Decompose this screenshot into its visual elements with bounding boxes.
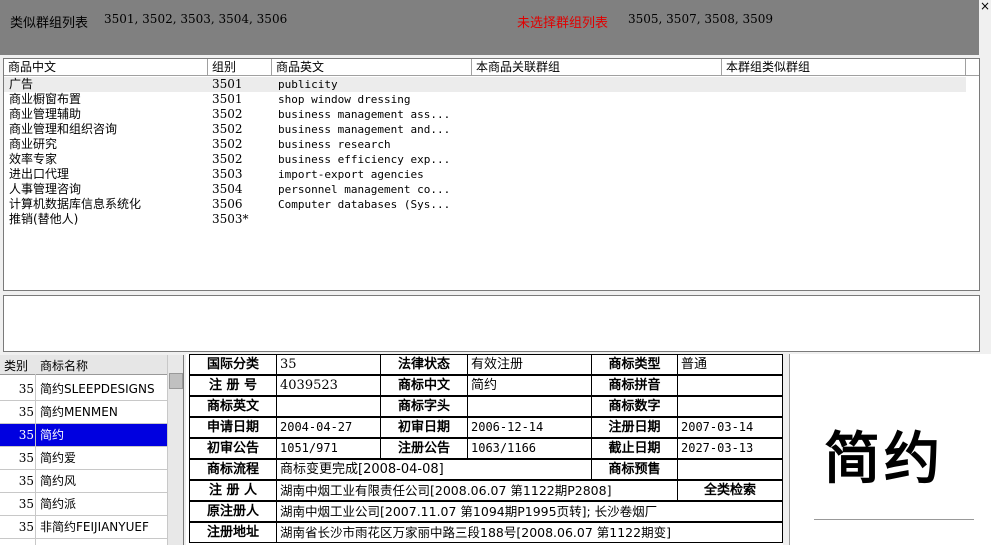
- trademark-list[interactable]: 类别 商标名称 35 简约SLEEPDESIGNS 35 简约MENMEN 35 简约…: [0, 355, 184, 545]
- flow-value: 商标变更完成[2008-04-08]: [276, 459, 592, 480]
- table-row[interactable]: 商业管理和组织咨询 3502 business management and...: [4, 122, 966, 137]
- prelim-date-value: 2006-12-14: [467, 417, 592, 438]
- table-row[interactable]: 计算机数据库信息系统化 3506 Computer databases (Sys..…: [4, 197, 966, 212]
- registrant-value: 湖南中烟工业有限责任公司[2008.06.07 第1122期P2808]: [276, 480, 678, 501]
- tm-type-value: 普通: [677, 354, 783, 375]
- intl-class-value: 35: [276, 354, 381, 375]
- divider: [814, 519, 974, 520]
- unselected-groups-title: 未选择群组列表: [517, 16, 609, 31]
- unselected-groups-value: 3505, 3507, 3508, 3509: [628, 12, 774, 26]
- col-header-group[interactable]: 组别: [208, 59, 272, 75]
- intl-class-label: 国际分类: [189, 354, 277, 375]
- top-toolbar: 类似群组列表 3501, 3502, 3503, 3504, 3506 未选择群…: [0, 0, 979, 55]
- presale-label: 商标预售: [591, 459, 678, 480]
- digits-value: [677, 396, 783, 417]
- reg-date-label: 注册日期: [591, 417, 678, 438]
- table-row[interactable]: 商业橱窗布置 3501 shop window dressing: [4, 92, 966, 107]
- prelim-date-label: 初审日期: [380, 417, 468, 438]
- tm-cn-value: 简约: [467, 375, 592, 396]
- reg-notice-label: 注册公告: [380, 438, 468, 459]
- tm-type-label: 商标类型: [591, 354, 678, 375]
- table-row[interactable]: 商业管理辅助 3502 business management ass...: [4, 107, 966, 122]
- col-header-name[interactable]: 商标名称: [40, 357, 88, 374]
- trademark-detail-grid: 国际分类 35 法律状态 有效注册 商标类型 普通 注 册 号 4039523 …: [186, 354, 783, 545]
- prelim-notice-label: 初审公告: [189, 438, 277, 459]
- list-item[interactable]: 35 简约MENMEN: [0, 401, 167, 424]
- table-row[interactable]: 进出口代理 3503 import-export agencies: [4, 167, 966, 182]
- expiry-label: 截止日期: [591, 438, 678, 459]
- expiry-value: 2027-03-13: [677, 438, 783, 459]
- list-item[interactable]: 35 简约爱: [0, 447, 167, 470]
- list-item[interactable]: 35 简约SLEEPDESIGNS: [0, 378, 167, 401]
- list-item[interactable]: 35 简约风: [0, 470, 167, 493]
- col-header-en[interactable]: 商品英文: [272, 59, 472, 75]
- digits-label: 商标数字: [591, 396, 678, 417]
- tm-en-value: [276, 396, 381, 417]
- col-header-related[interactable]: 本商品关联群组: [472, 59, 722, 75]
- registrant-label: 注 册 人: [189, 480, 277, 501]
- table-row[interactable]: 广告 3501 publicity: [4, 77, 966, 92]
- address-value: 湖南省长沙市雨花区万家丽中路三段188号[2008.06.07 第1122期变]: [276, 522, 783, 543]
- reg-no-label: 注 册 号: [189, 375, 277, 396]
- address-label: 注册地址: [189, 522, 277, 543]
- initial-value: [467, 396, 592, 417]
- trademark-image-text: 简约: [824, 426, 944, 492]
- close-icon[interactable]: ×: [979, 0, 991, 14]
- apply-date-value: 2004-04-27: [276, 417, 381, 438]
- tm-en-label: 商标英文: [189, 396, 277, 417]
- apply-date-label: 申请日期: [189, 417, 277, 438]
- pinyin-label: 商标拼音: [591, 375, 678, 396]
- list-item[interactable]: 35 非简约FEIJIANYUEF: [0, 516, 167, 539]
- table-row[interactable]: 推销(替他人) 3503*: [4, 212, 966, 227]
- reg-date-value: 2007-03-14: [677, 417, 783, 438]
- col-header-cn[interactable]: 商品中文: [4, 59, 208, 75]
- product-list-header: 商品中文 组别 商品英文 本商品关联群组 本群组类似群组: [4, 59, 979, 76]
- full-search-button[interactable]: 全类检索: [677, 480, 783, 501]
- trademark-list-header: 类别 商标名称: [0, 355, 167, 375]
- reg-no-value: 4039523: [276, 375, 381, 396]
- scrollbar-thumb[interactable]: [169, 373, 183, 389]
- prelim-notice-value: 1051/971: [276, 438, 381, 459]
- table-row[interactable]: 商业研究 3502 business research: [4, 137, 966, 152]
- notes-textarea[interactable]: [3, 295, 980, 352]
- table-row[interactable]: 效率专家 3502 business efficiency exp...: [4, 152, 966, 167]
- col-header-similar[interactable]: 本群组类似群组: [722, 59, 966, 75]
- tm-cn-label: 商标中文: [380, 375, 468, 396]
- similar-groups-title: 类似群组列表: [10, 16, 89, 31]
- table-row[interactable]: 人事管理咨询 3504 personnel management co...: [4, 182, 966, 197]
- flow-label: 商标流程: [189, 459, 277, 480]
- trademark-image: 简约: [789, 354, 991, 545]
- presale-value: [677, 459, 783, 480]
- pinyin-value: [677, 375, 783, 396]
- reg-notice-value: 1063/1166: [467, 438, 592, 459]
- list-item[interactable]: 35 简约派: [0, 493, 167, 516]
- list-item[interactable]: 35 简约: [0, 424, 167, 447]
- legal-status-value: 有效注册: [467, 354, 592, 375]
- col-header-class[interactable]: 类别: [4, 357, 28, 374]
- legal-status-label: 法律状态: [380, 354, 468, 375]
- orig-registrant-value: 湖南中烟工业公司[2007.11.07 第1094期P1995页转]; 长沙卷烟…: [276, 501, 783, 522]
- initial-label: 商标字头: [380, 396, 468, 417]
- orig-registrant-label: 原注册人: [189, 501, 277, 522]
- product-list[interactable]: 商品中文 组别 商品英文 本商品关联群组 本群组类似群组 广告 3501 publi…: [3, 58, 980, 291]
- similar-groups-value: 3501, 3502, 3503, 3504, 3506: [104, 12, 288, 26]
- column-divider: [35, 374, 36, 545]
